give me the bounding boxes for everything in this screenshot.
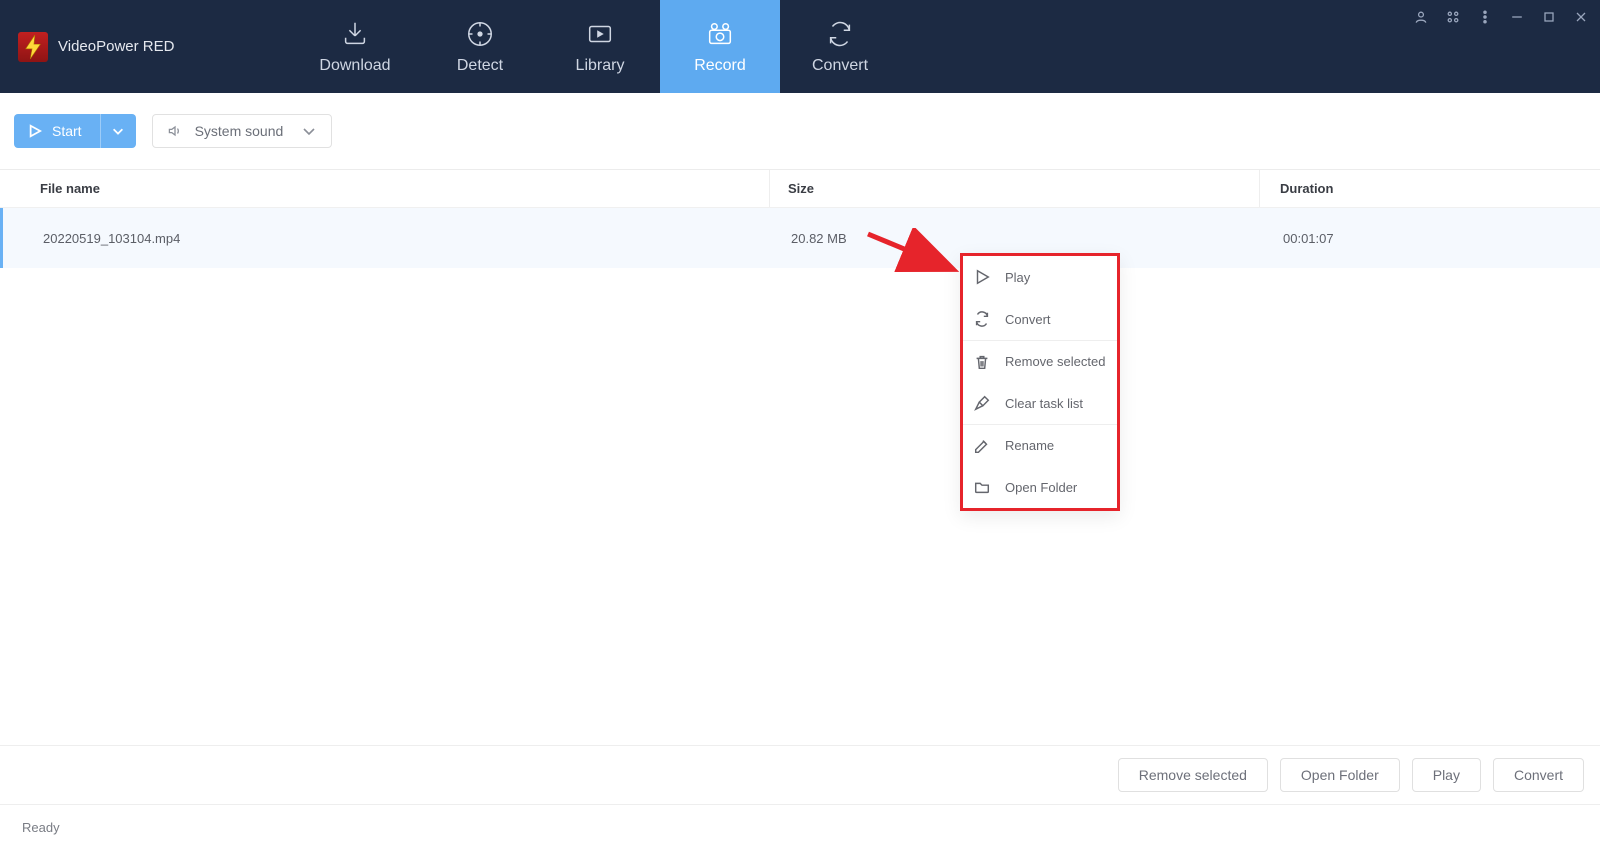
- play-icon: [973, 268, 991, 286]
- trash-icon: [973, 353, 991, 371]
- app-logo-icon: [18, 32, 48, 62]
- play-button[interactable]: Play: [1412, 758, 1481, 792]
- sound-label: System sound: [195, 123, 284, 139]
- ctx-play[interactable]: Play: [963, 256, 1117, 298]
- ctx-rename[interactable]: Rename: [963, 424, 1117, 466]
- convert-button[interactable]: Convert: [1493, 758, 1584, 792]
- open-folder-button[interactable]: Open Folder: [1280, 758, 1400, 792]
- broom-icon: [973, 394, 991, 412]
- start-dropdown[interactable]: [100, 114, 136, 148]
- column-header-name[interactable]: File name: [0, 170, 770, 207]
- btn-label: Remove selected: [1139, 767, 1247, 783]
- btn-label: Convert: [1514, 767, 1563, 783]
- record-icon: [705, 19, 735, 49]
- apps-icon[interactable]: [1444, 8, 1462, 26]
- ctx-convert[interactable]: Convert: [963, 298, 1117, 340]
- btn-label: Open Folder: [1301, 767, 1379, 783]
- tab-library[interactable]: Library: [540, 0, 660, 93]
- tab-label: Library: [576, 57, 625, 75]
- close-icon[interactable]: [1572, 8, 1590, 26]
- start-button[interactable]: Start: [14, 114, 100, 148]
- speaker-icon: [167, 123, 183, 139]
- minimize-icon[interactable]: [1508, 8, 1526, 26]
- detect-icon: [465, 19, 495, 49]
- top-bar: VideoPower RED Download Detect Library R…: [0, 0, 1600, 93]
- status-bar: Ready: [0, 805, 1600, 850]
- status-text: Ready: [22, 820, 60, 835]
- tab-label: Record: [694, 57, 746, 75]
- library-icon: [585, 19, 615, 49]
- app-brand: VideoPower RED: [0, 0, 290, 93]
- start-button-group: Start: [14, 114, 136, 148]
- toolbar: Start System sound: [0, 93, 1600, 170]
- cell-duration: 00:01:07: [1263, 208, 1600, 268]
- tab-detect[interactable]: Detect: [420, 0, 540, 93]
- ctx-label: Remove selected: [1005, 354, 1105, 369]
- ctx-open-folder[interactable]: Open Folder: [963, 466, 1117, 508]
- window-controls: [1412, 8, 1590, 26]
- sound-source-dropdown[interactable]: System sound: [152, 114, 333, 148]
- download-icon: [340, 19, 370, 49]
- ctx-clear-task-list[interactable]: Clear task list: [963, 382, 1117, 424]
- column-header-duration[interactable]: Duration: [1260, 170, 1600, 207]
- convert-icon: [825, 19, 855, 49]
- menu-icon[interactable]: [1476, 8, 1494, 26]
- column-header-size[interactable]: Size: [770, 170, 1260, 207]
- nav-tabs: Download Detect Library Record Convert: [290, 0, 900, 93]
- folder-icon: [973, 478, 991, 496]
- tab-convert[interactable]: Convert: [780, 0, 900, 93]
- ctx-label: Open Folder: [1005, 480, 1077, 495]
- context-menu: Play Convert Remove selected Clear task …: [960, 253, 1120, 511]
- tab-label: Convert: [812, 57, 868, 75]
- tab-label: Download: [319, 57, 390, 75]
- ctx-label: Play: [1005, 270, 1030, 285]
- ctx-remove-selected[interactable]: Remove selected: [963, 340, 1117, 382]
- annotation-arrow: [864, 228, 960, 278]
- ctx-label: Clear task list: [1005, 396, 1083, 411]
- tab-record[interactable]: Record: [660, 0, 780, 93]
- tab-download[interactable]: Download: [290, 0, 420, 93]
- chevron-down-icon: [301, 123, 317, 139]
- chevron-down-icon: [111, 124, 125, 138]
- remove-selected-button[interactable]: Remove selected: [1118, 758, 1268, 792]
- ctx-label: Rename: [1005, 438, 1054, 453]
- table-row[interactable]: 20220519_103104.mp4 20.82 MB 00:01:07: [0, 208, 1600, 268]
- action-bar: Remove selected Open Folder Play Convert: [0, 745, 1600, 805]
- play-icon: [28, 124, 42, 138]
- start-button-label: Start: [52, 123, 82, 139]
- table-header: File name Size Duration: [0, 170, 1600, 208]
- btn-label: Play: [1433, 767, 1460, 783]
- ctx-label: Convert: [1005, 312, 1051, 327]
- user-icon[interactable]: [1412, 8, 1430, 26]
- convert-icon: [973, 310, 991, 328]
- maximize-icon[interactable]: [1540, 8, 1558, 26]
- table-body: 20220519_103104.mp4 20.82 MB 00:01:07 Pl…: [0, 208, 1600, 268]
- cell-filename: 20220519_103104.mp4: [3, 208, 773, 268]
- tab-label: Detect: [457, 57, 503, 75]
- pencil-icon: [973, 437, 991, 455]
- app-title: VideoPower RED: [58, 38, 174, 55]
